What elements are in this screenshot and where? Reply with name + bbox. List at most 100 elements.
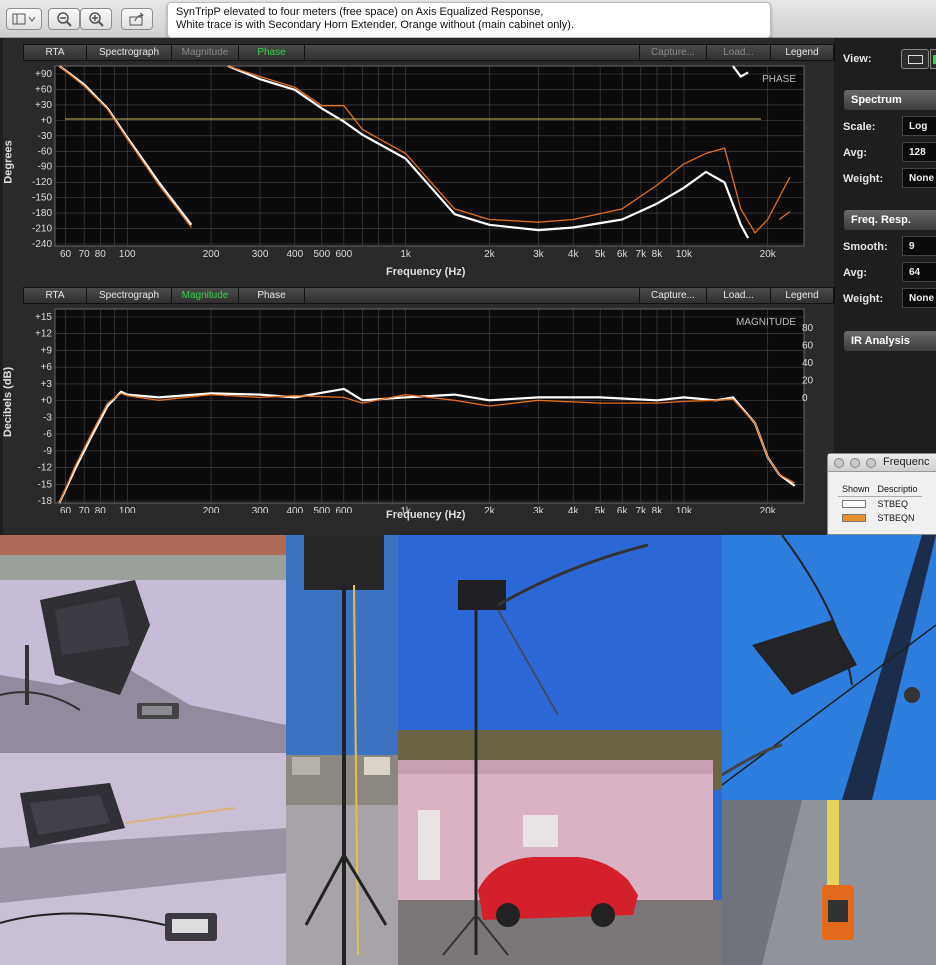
photo-house-red-car — [398, 535, 722, 965]
ir-analysis-section-header[interactable]: IR Analysis — [844, 331, 936, 351]
phase-y-tick-label: +90 — [35, 69, 52, 80]
phase-x-tick-label: 500 — [313, 249, 330, 260]
close-window-icon[interactable] — [834, 458, 844, 468]
zoom-window-icon[interactable] — [866, 458, 876, 468]
phase-chart: +90 +60 +30 +0 -30 -60 -90 -120 -150 -180 -210 -240… — [32, 64, 805, 260]
scale-label: Scale: — [843, 121, 876, 133]
capture-button[interactable]: Capture... — [639, 288, 707, 303]
tab-magnitude[interactable]: Magnitude — [172, 45, 239, 60]
phase-x-tick-label: 20k — [760, 249, 777, 260]
scale-select[interactable]: Log — [902, 116, 936, 136]
magnitude-x-tick-label: 100 — [119, 506, 136, 513]
phase-x-tick-label: 7k — [636, 249, 648, 260]
phase-x-tick-label: 200 — [203, 249, 220, 260]
photo-tape-measure — [722, 800, 936, 965]
legend-swatch-orange[interactable] — [842, 514, 866, 522]
smooth-select[interactable]: 9 — [902, 236, 936, 256]
magnitude-y-tick-label: +6 — [41, 362, 53, 373]
magnitude-x-axis-title: Frequency (Hz) — [386, 509, 466, 521]
capture-button[interactable]: Capture... — [639, 45, 707, 60]
magnitude-y-tick-label: +0 — [41, 396, 53, 407]
magnitude-x-tick-label: 70 — [79, 506, 91, 513]
share-button[interactable] — [121, 8, 153, 30]
magnitude-y-tick-label: +15 — [35, 312, 52, 323]
magnitude-x-tick-label: 2k — [484, 506, 496, 513]
magnitude-x-tick-label: 10k — [676, 506, 693, 513]
view-label: View: — [843, 53, 872, 65]
tab-spectrograph[interactable]: Spectrograph — [87, 45, 172, 60]
phase-x-tick-label: 2k — [484, 249, 496, 260]
magnitude-chart: +15+12+9+6+3+0-3-6-9-12-15-1880604020060… — [35, 308, 814, 513]
magnitude-x-tick-label: 20k — [760, 506, 777, 513]
tab-magnitude[interactable]: Magnitude — [172, 288, 239, 303]
magnitude-y2-tick-label: 0 — [802, 393, 808, 404]
image-caption-popover: SynTripP elevated to four meters (free s… — [167, 2, 771, 38]
sidebar-toggle-button[interactable] — [6, 8, 42, 30]
legend-button[interactable]: Legend — [771, 288, 834, 303]
magnitude-x-tick-label: 80 — [95, 506, 107, 513]
legend-row-label: STBEQN — [877, 513, 915, 523]
view-single-button[interactable] — [901, 49, 929, 69]
zoom-out-icon — [57, 12, 72, 27]
photo-collage — [0, 535, 936, 965]
magnitude-y-tick-label: +3 — [41, 379, 53, 390]
phase-x-tick-label: 1k — [400, 249, 412, 260]
tab-rta[interactable]: RTA — [24, 45, 87, 60]
phase-x-tick-label: 400 — [286, 249, 303, 260]
avg2-select[interactable]: 64 — [902, 262, 936, 282]
legend-row[interactable]: STBEQ — [838, 497, 922, 512]
phase-y-tick-label: -150 — [32, 193, 52, 204]
frequency-legend-window: Frequenc Shown Descriptio STBEQ STBEQN — [827, 453, 936, 535]
caption-line-1: SynTripP elevated to four meters (free s… — [176, 6, 544, 18]
legend-button[interactable]: Legend — [771, 45, 834, 60]
phase-x-tick-label: 300 — [252, 249, 269, 260]
legend-row[interactable]: STBEQN — [838, 511, 922, 525]
phase-x-tick-label: 10k — [676, 249, 693, 260]
tab-rta[interactable]: RTA — [24, 288, 87, 303]
magnitude-x-tick-label: 8k — [652, 506, 664, 513]
screenshot-root: SynTripP elevated to four meters (free s… — [0, 0, 936, 965]
magnitude-x-tick-label: 400 — [286, 506, 303, 513]
photo-speaker-closeup — [722, 535, 936, 800]
weight-select[interactable]: None — [902, 168, 936, 188]
sidebar-toggle-icon — [12, 13, 36, 25]
magnitude-x-tick-label: 5k — [595, 506, 607, 513]
magnitude-plot-area — [54, 308, 805, 504]
weight2-label: Weight: — [843, 293, 884, 305]
tab-spectrograph[interactable]: Spectrograph — [87, 288, 172, 303]
tab-phase[interactable]: Phase — [239, 45, 305, 60]
view-split-button[interactable] — [930, 49, 936, 69]
analyzer-window: RTA Spectrograph Magnitude Phase Capture… — [0, 38, 936, 535]
weight2-select[interactable]: None — [902, 288, 936, 308]
zoom-in-icon — [89, 12, 104, 27]
magnitude-y-tick-label: -6 — [43, 429, 52, 440]
magnitude-y2-tick-label: 80 — [802, 323, 814, 334]
col-shown: Shown — [838, 482, 874, 497]
freq-resp-section-header[interactable]: Freq. Resp. — [844, 210, 936, 230]
magnitude-x-tick-label: 6k — [617, 506, 629, 513]
phase-y-tick-label: +0 — [41, 115, 53, 126]
magnitude-y-tick-label: +12 — [35, 329, 52, 340]
zoom-in-button[interactable] — [80, 8, 112, 30]
weight-label: Weight: — [843, 173, 884, 185]
avg-select[interactable]: 128 — [902, 142, 936, 162]
phase-x-tick-label: 70 — [79, 249, 91, 260]
magnitude-x-tick-label: 3k — [533, 506, 545, 513]
load-button[interactable]: Load... — [707, 45, 771, 60]
phase-y-tick-label: -120 — [32, 177, 52, 188]
load-button[interactable]: Load... — [707, 288, 771, 303]
magnitude-x-tick-label: 500 — [313, 506, 330, 513]
phase-y-tick-label: -60 — [38, 146, 53, 157]
zoom-out-button[interactable] — [48, 8, 80, 30]
phase-plot-area — [54, 65, 805, 247]
photo-speaker-pole — [286, 535, 398, 965]
spectrum-section-header[interactable]: Spectrum — [844, 90, 936, 110]
legend-swatch-white[interactable] — [842, 500, 866, 508]
minimize-window-icon[interactable] — [850, 458, 860, 468]
tab-phase[interactable]: Phase — [239, 288, 305, 303]
phase-x-tick-label: 100 — [119, 249, 136, 260]
phase-x-tick-label: 80 — [95, 249, 107, 260]
phase-y-tick-label: -240 — [32, 239, 52, 250]
phase-x-tick-label: 3k — [533, 249, 545, 260]
magnitude-plot-panel: RTA Spectrograph Magnitude Phase Capture… — [2, 281, 835, 535]
